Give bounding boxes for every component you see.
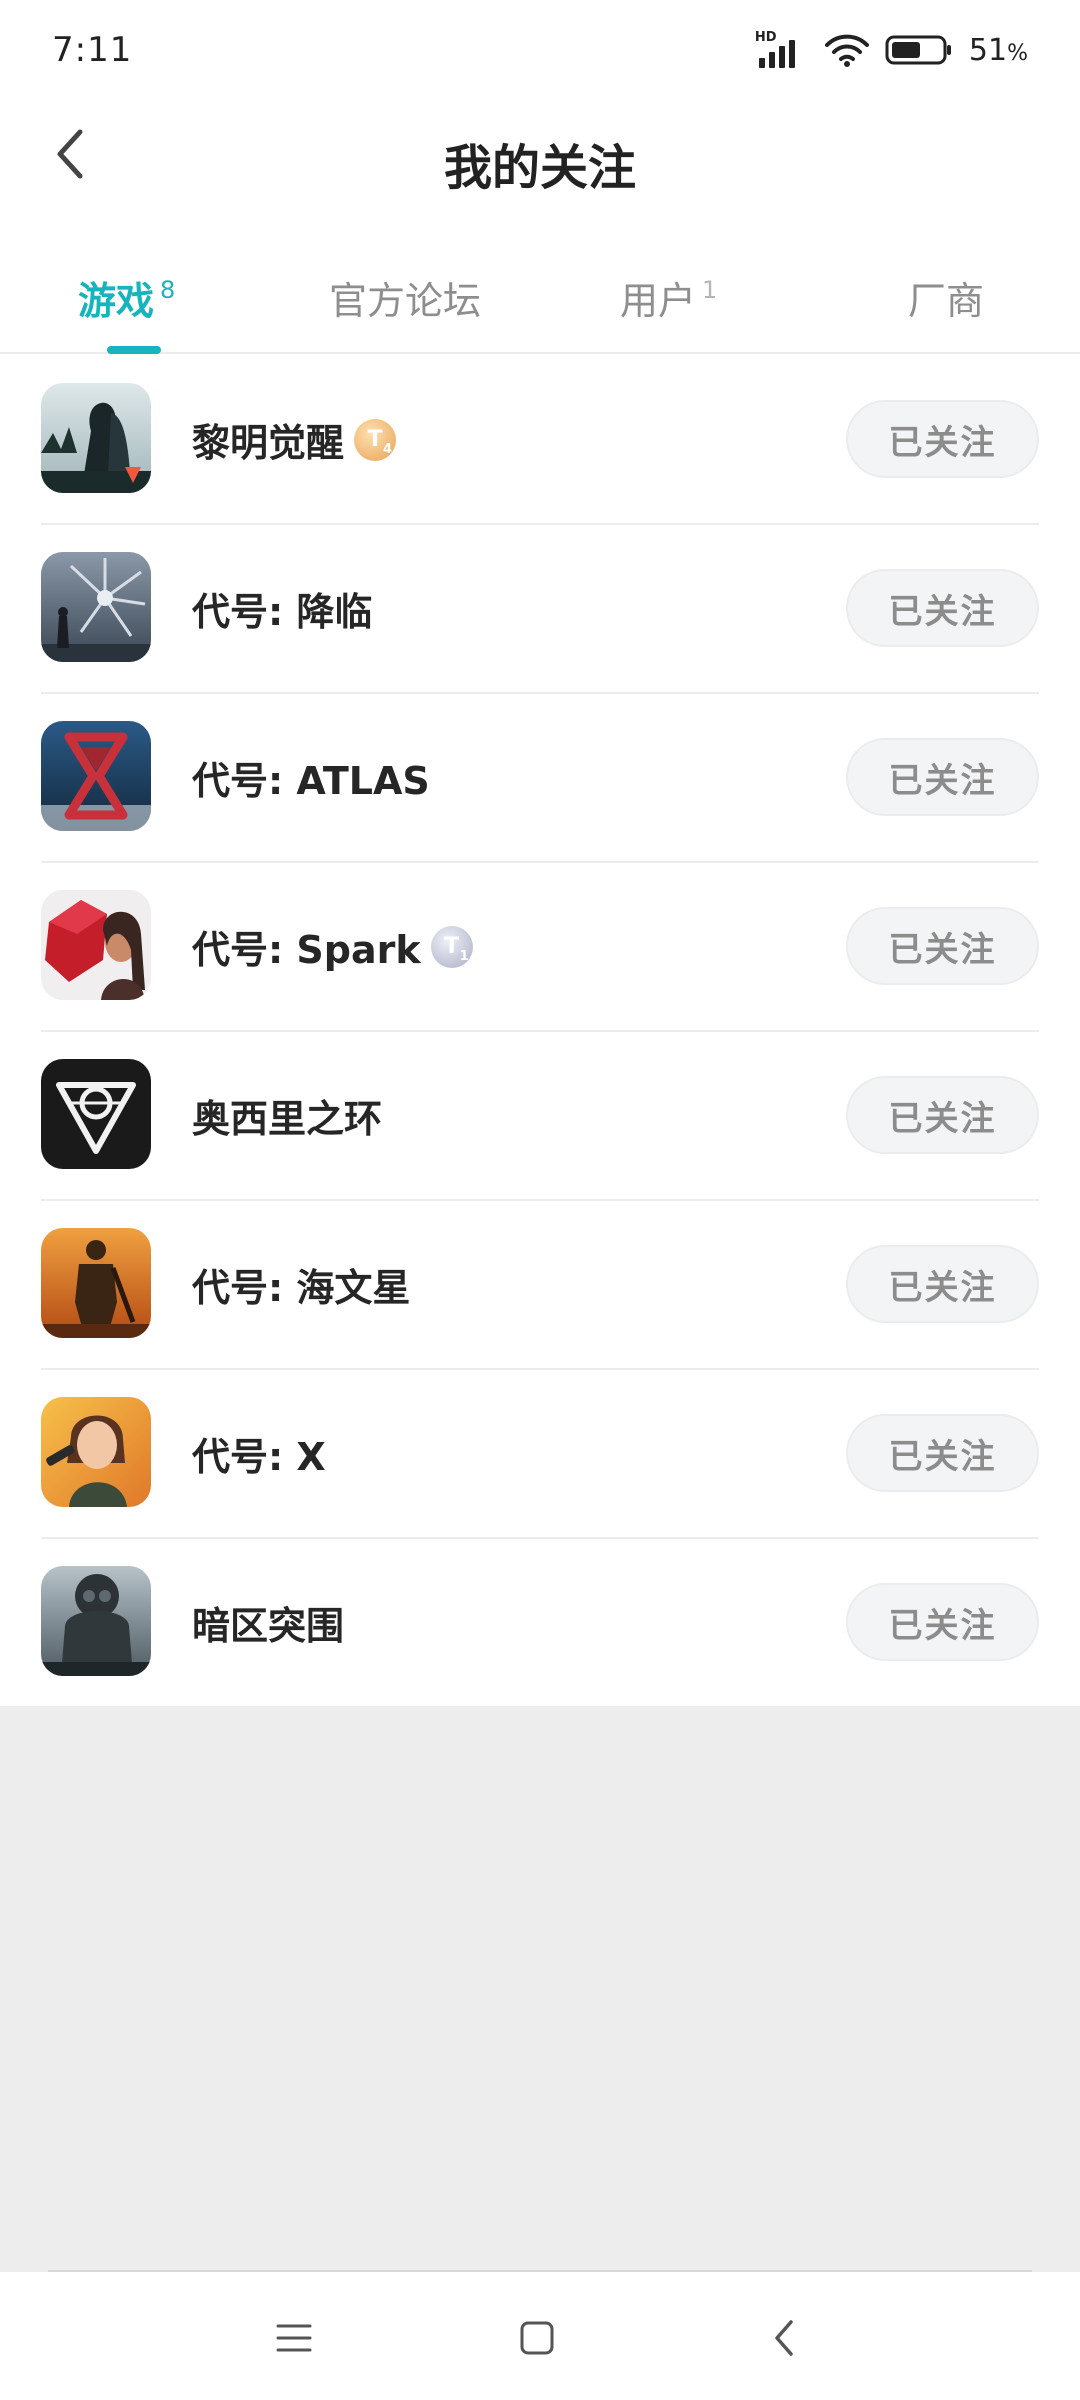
following-button[interactable]: 已关注 (846, 400, 1039, 478)
status-time: 7:11 (52, 30, 133, 70)
following-button[interactable]: 已关注 (846, 569, 1039, 647)
header: 我的关注 (0, 100, 1080, 215)
tab-official-forum[interactable]: 官方论坛 (329, 270, 481, 325)
wifi-icon (824, 33, 869, 67)
game-name[interactable]: 代号: 降临 (192, 581, 372, 636)
tier-badge-icon: T4 (354, 418, 397, 461)
game-icon[interactable] (41, 552, 151, 662)
battery-icon (885, 34, 953, 66)
game-icon[interactable] (41, 890, 151, 1000)
tab-count: 8 (160, 276, 176, 305)
list-item[interactable]: 代号: ATLAS 已关注 (0, 694, 1080, 863)
page-title: 我的关注 (443, 140, 636, 196)
signal-icon: HD (755, 30, 809, 70)
game-icon[interactable] (41, 1566, 151, 1676)
tab-vendors[interactable]: 厂商 (908, 270, 984, 325)
game-icon[interactable] (41, 721, 151, 831)
list-item[interactable]: 代号: X 已关注 (0, 1370, 1080, 1539)
tab-users[interactable]: 用户 1 (620, 270, 717, 325)
game-name[interactable]: 代号: 海文星 (192, 1257, 410, 1312)
home-button[interactable] (507, 2308, 567, 2368)
following-button[interactable]: 已关注 (846, 1583, 1039, 1661)
game-icon[interactable] (41, 383, 151, 493)
following-button[interactable]: 已关注 (846, 1245, 1039, 1323)
game-icon[interactable] (41, 1397, 151, 1507)
list-item[interactable]: 代号: 降临 已关注 (0, 525, 1080, 694)
following-button[interactable]: 已关注 (846, 1414, 1039, 1492)
list-item[interactable]: 奥西里之环 已关注 (0, 1032, 1080, 1201)
game-icon[interactable] (41, 1059, 151, 1169)
following-button[interactable]: 已关注 (846, 1076, 1039, 1154)
list-item[interactable]: 代号: Spark T1 已关注 (0, 863, 1080, 1032)
game-name[interactable]: 代号: X (192, 1426, 326, 1481)
list-item[interactable]: 代号: 海文星 已关注 (0, 1201, 1080, 1370)
home-square-icon (520, 2321, 554, 2355)
recent-apps-button[interactable] (264, 2308, 324, 2368)
list-item[interactable]: 暗区突围 已关注 (0, 1539, 1080, 1708)
status-icons: HD 51% (755, 28, 1028, 72)
game-name[interactable]: 代号: Spark T1 (192, 919, 473, 974)
nav-back-button[interactable] (754, 2308, 814, 2368)
empty-area (0, 1706, 1080, 2272)
game-name[interactable]: 代号: ATLAS (192, 750, 430, 805)
tab-games[interactable]: 游戏 8 (78, 270, 175, 325)
battery-percentage: 51% (968, 32, 1028, 68)
menu-icon (276, 2324, 312, 2352)
game-name[interactable]: 奥西里之环 (192, 1088, 382, 1143)
game-name[interactable]: 黎明觉醒 T4 (192, 412, 397, 467)
list-item[interactable]: 黎明觉醒 T4 已关注 (0, 356, 1080, 525)
following-button[interactable]: 已关注 (846, 907, 1039, 985)
system-nav-bar (0, 2272, 1080, 2400)
game-icon[interactable] (41, 1228, 151, 1338)
active-tab-indicator (107, 346, 161, 354)
followed-games-list: 黎明觉醒 T4 已关注 代号: 降临 已关注 代号: ATLAS 已关注 代号:… (0, 356, 1080, 1708)
tier-badge-icon: T1 (430, 925, 473, 968)
game-name[interactable]: 暗区突围 (192, 1595, 344, 1650)
back-triangle-icon (775, 2320, 793, 2356)
status-bar: 7:11 HD 51% (0, 0, 1080, 100)
following-button[interactable]: 已关注 (846, 738, 1039, 816)
tab-bar: 游戏 8 官方论坛 用户 1 厂商 (0, 250, 1080, 354)
tab-count: 1 (702, 276, 718, 305)
